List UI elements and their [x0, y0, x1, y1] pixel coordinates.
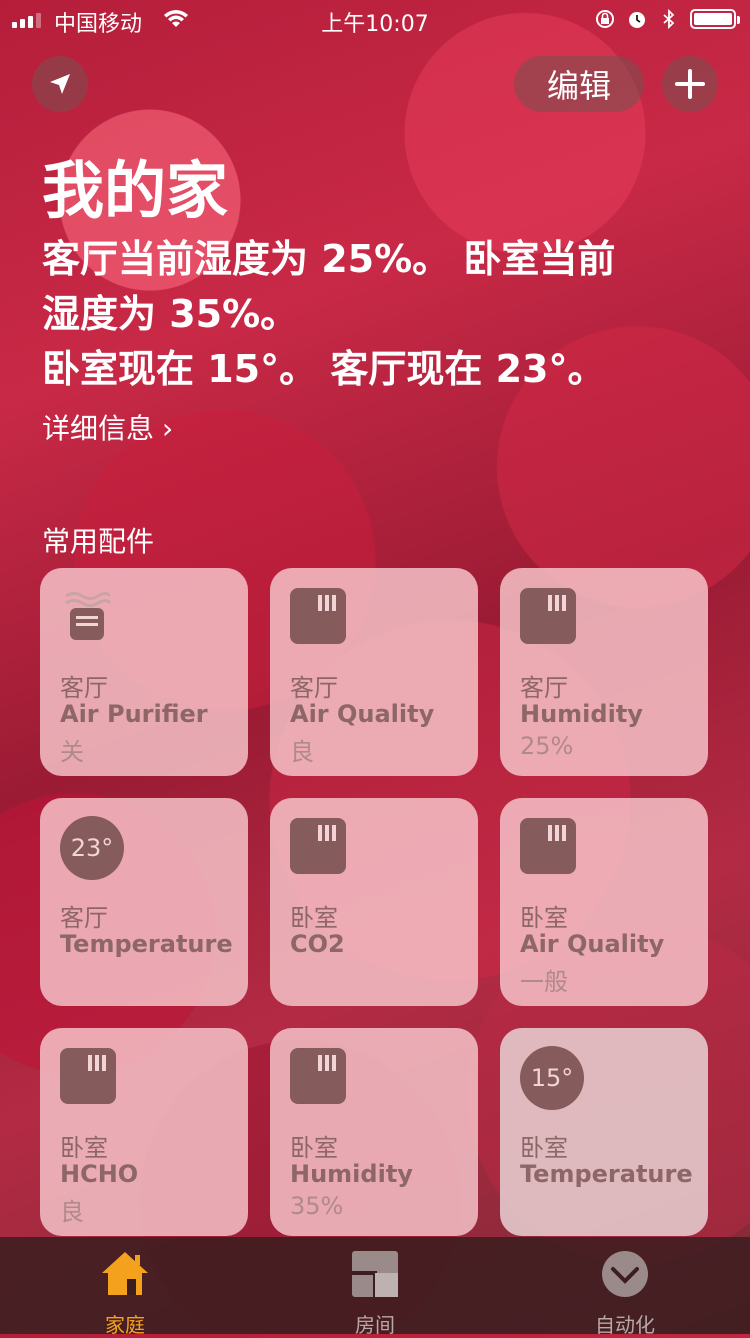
tile-state: 25% [520, 732, 574, 760]
summary-line: 卧室现在 15°。 客厅现在 23°。 [42, 347, 606, 391]
tile-state: 35% [290, 1192, 344, 1220]
tile-state: 一般 [520, 968, 568, 996]
temperature-badge: 15° [520, 1046, 584, 1110]
details-link[interactable]: 详细信息 › [42, 407, 173, 447]
plus-icon [675, 69, 705, 99]
tile-name: Air Quality [290, 700, 435, 728]
accessory-tile-temperature[interactable]: 15° 卧室 Temperature [500, 1028, 708, 1236]
tile-room: 卧室 [60, 1134, 108, 1162]
summary-line: 湿度为 35%。 [42, 292, 299, 336]
accessory-tile-air-quality[interactable]: 客厅 Air Quality 良 [270, 568, 478, 776]
tile-name: Humidity [290, 1160, 413, 1188]
accessory-tile-humidity[interactable]: 卧室 Humidity 35% [270, 1028, 478, 1236]
sensor-icon [520, 588, 576, 644]
tile-room: 客厅 [520, 674, 568, 702]
sensor-icon [290, 1048, 346, 1104]
tab-home[interactable]: 家庭 [0, 1237, 250, 1337]
battery-icon [690, 9, 740, 29]
tile-room: 卧室 [290, 904, 338, 932]
tile-room: 卧室 [290, 1134, 338, 1162]
details-label: 详细信息 [42, 412, 155, 445]
clock-check-icon [602, 1251, 648, 1297]
tile-name: Air Quality [520, 930, 665, 958]
tile-state: 良 [290, 738, 314, 766]
tile-state: 良 [60, 1198, 84, 1226]
tile-name: Temperature [60, 930, 233, 958]
orientation-lock-icon [596, 10, 614, 28]
tile-name: Humidity [520, 700, 643, 728]
tile-room: 卧室 [520, 904, 568, 932]
add-button[interactable] [662, 56, 718, 112]
tab-automation[interactable]: 自动化 [500, 1237, 750, 1337]
location-arrow-icon [50, 74, 70, 94]
tile-state: 关 [60, 738, 84, 766]
sensor-icon [290, 588, 346, 644]
tab-bar: 家庭 房间 自动化 [0, 1237, 750, 1337]
accessory-tile-temperature[interactable]: 23° 客厅 Temperature [40, 798, 248, 1006]
bluetooth-icon [663, 8, 675, 30]
sensor-icon [520, 818, 576, 874]
tile-name: CO2 [290, 930, 345, 958]
alarm-icon [629, 12, 645, 28]
tile-name: HCHO [60, 1160, 139, 1188]
sensor-icon [290, 818, 346, 874]
tile-room: 客厅 [60, 674, 108, 702]
tab-rooms[interactable]: 房间 [250, 1237, 500, 1337]
accessory-tile-air-purifier[interactable]: 客厅 Air Purifier 关 [40, 568, 248, 776]
status-bar: 中国移动 上午10:07 [0, 0, 750, 40]
summary-line: 客厅当前湿度为 25%。 卧室当前 [42, 237, 616, 281]
location-button[interactable] [32, 56, 88, 112]
accessory-tile-co2[interactable]: 卧室 CO2 [270, 798, 478, 1006]
tile-room: 客厅 [60, 904, 108, 932]
home-status-summary: 客厅当前湿度为 25%。 卧室当前 湿度为 35%。 卧室现在 15°。 客厅现… [42, 232, 712, 397]
air-purifier-icon [65, 592, 112, 640]
rooms-icon [352, 1251, 398, 1297]
sensor-icon [60, 1048, 116, 1104]
tile-room: 客厅 [290, 674, 338, 702]
tile-room: 卧室 [520, 1134, 568, 1162]
house-icon [102, 1252, 148, 1295]
accessory-tile-air-quality[interactable]: 卧室 Air Quality 一般 [500, 798, 708, 1006]
tile-name: Air Purifier [60, 700, 208, 728]
temperature-badge: 23° [60, 816, 124, 880]
accessory-tile-hcho[interactable]: 卧室 HCHO 良 [40, 1028, 248, 1236]
tile-name: Temperature [520, 1160, 693, 1188]
chevron-right-icon: › [162, 412, 174, 445]
accessory-tile-humidity[interactable]: 客厅 Humidity 25% [500, 568, 708, 776]
edit-button[interactable]: 编辑 [514, 56, 644, 112]
favorites-title: 常用配件 [42, 525, 155, 558]
home-title: 我的家 [42, 154, 229, 227]
